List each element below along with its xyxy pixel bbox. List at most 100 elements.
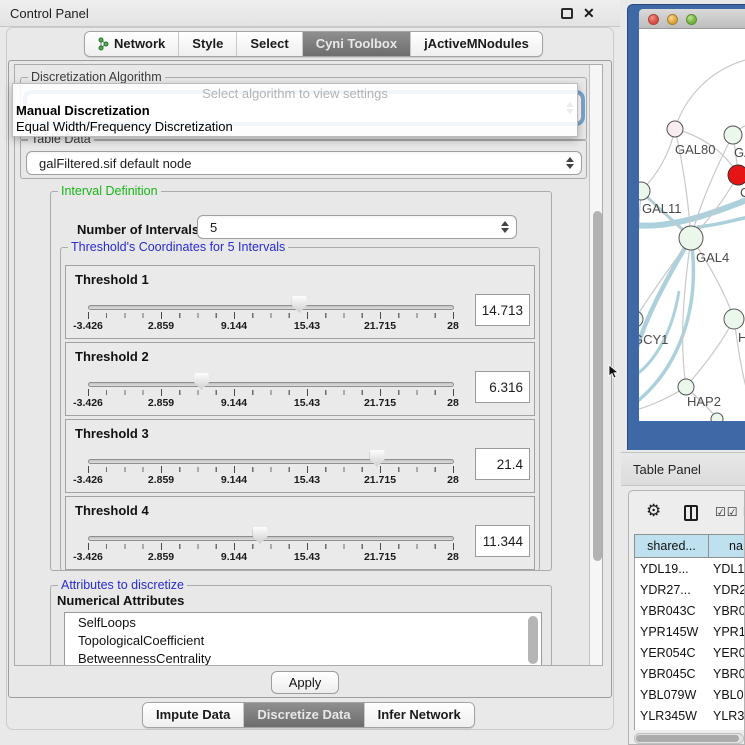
- tab-cyni-toolbox[interactable]: Cyni Toolbox: [302, 32, 410, 56]
- table-hscrollbar-thumb[interactable]: [636, 735, 739, 742]
- tick-major: [234, 543, 235, 550]
- cell-name: YBR0: [707, 667, 745, 681]
- cell-shared-name: YBR045C: [635, 667, 707, 681]
- tick-label: -3.426: [73, 320, 103, 332]
- node-bottom[interactable]: [711, 413, 723, 421]
- minimize-traffic-light-icon[interactable]: [667, 14, 678, 25]
- screen: Control Panel ✕ Network Style Select Cyn…: [0, 0, 745, 745]
- dropdown-item-equal-width-frequency[interactable]: Equal Width/Frequency Discretization: [16, 119, 233, 134]
- table-data-combobox[interactable]: galFiltered.sif default node: [26, 151, 582, 175]
- node-low-right[interactable]: [724, 309, 744, 329]
- node-selected-red[interactable]: [728, 165, 745, 185]
- tick-label: 9.144: [221, 474, 247, 486]
- threshold-row-1: Threshold 1 -3.4262.8599.14415.4321.7152…: [65, 265, 535, 339]
- table-row[interactable]: YER054CYER0: [635, 642, 745, 663]
- tab-network[interactable]: Network: [85, 32, 178, 56]
- close-icon[interactable]: ✕: [583, 5, 595, 22]
- attributes-list-scrollbar[interactable]: [528, 616, 538, 664]
- panel-vertical-scrollbar[interactable]: [589, 65, 603, 666]
- tick-major: [307, 543, 308, 550]
- table-row[interactable]: YDL19...YDL1: [635, 558, 745, 579]
- tick-label: 28: [447, 320, 459, 332]
- float-window-icon[interactable]: [561, 8, 573, 19]
- tick-major: [307, 389, 308, 396]
- dropdown-item-manual-discretization[interactable]: Manual Discretization: [16, 103, 150, 118]
- tab-select[interactable]: Select: [236, 32, 301, 56]
- node-hap2[interactable]: [678, 379, 694, 395]
- cell-name: YLR3: [707, 709, 745, 723]
- gear-icon[interactable]: ⚙: [646, 501, 661, 521]
- mouse-cursor: [608, 364, 620, 380]
- network-icon: [98, 37, 109, 51]
- number-of-intervals-value: 5: [210, 220, 217, 235]
- node-label-partial-mid: C: [740, 185, 745, 200]
- attribute-list-item[interactable]: SelfLoops: [65, 613, 541, 631]
- table-row[interactable]: YIL052CYIL0: [635, 726, 745, 730]
- select-columns-checkboxes-icon[interactable]: ☑☑ ☑: [715, 505, 745, 519]
- table-row[interactable]: YBL079WYBL0: [635, 684, 745, 705]
- tick-major: [380, 466, 381, 473]
- tick-major: [234, 312, 235, 319]
- tab-infer-network[interactable]: Infer Network: [364, 703, 474, 727]
- panel-scrollbar-thumb[interactable]: [593, 211, 602, 561]
- tick-label: 21.715: [364, 397, 396, 409]
- tab-jactivemnodules[interactable]: jActiveMNodules: [410, 32, 542, 56]
- cell-shared-name: YER054C: [635, 646, 707, 660]
- threshold-3-value[interactable]: 21.4: [475, 448, 530, 480]
- table-horizontal-scrollbar[interactable]: [634, 733, 744, 744]
- tick-major: [161, 312, 162, 319]
- tick-label: 15.43: [294, 320, 320, 332]
- tick-major: [88, 543, 89, 550]
- tick-major: [453, 543, 454, 550]
- cell-shared-name: YPR145W: [635, 625, 707, 639]
- table-rows: YDL19...YDL1YDR27...YDR2YBR043CYBR0YPR14…: [634, 558, 745, 730]
- node-gcy1[interactable]: [639, 311, 643, 327]
- node-label-gcy1: GCY1: [639, 332, 668, 347]
- tab-discretize-data[interactable]: Discretize Data: [243, 703, 363, 727]
- column-header-name[interactable]: na: [709, 534, 745, 558]
- close-traffic-light-icon[interactable]: [648, 14, 659, 25]
- group-title-thresholds: Threshold's Coordinates for 5 Intervals: [68, 240, 288, 254]
- node-gal80[interactable]: [667, 121, 683, 137]
- table-row[interactable]: YLR345WYLR3: [635, 705, 745, 726]
- table-row[interactable]: YDR27...YDR2: [635, 579, 745, 600]
- table-panel: ⚙ ☑☑ ☑ shared... na YDL19...YDL1YDR27...…: [628, 490, 745, 745]
- apply-button[interactable]: Apply: [271, 671, 339, 694]
- cell-name: YDR2: [707, 583, 745, 597]
- network-canvas[interactable]: GAL80 GA C GAL11 GAL4 GCY1 H HAP2: [639, 29, 745, 421]
- threshold-1-value[interactable]: 14.713: [475, 294, 530, 326]
- cell-name: YPR1: [707, 625, 745, 639]
- threshold-4-value[interactable]: 11.344: [475, 525, 530, 557]
- group-title-interval-definition: Interval Definition: [58, 184, 161, 198]
- combo-arrows-icon: [501, 221, 509, 233]
- tick-major: [234, 389, 235, 396]
- tick-major: [380, 543, 381, 550]
- columns-icon[interactable]: [684, 505, 698, 521]
- numerical-attributes-list[interactable]: SelfLoopsTopologicalCoefficientBetweenne…: [64, 612, 542, 666]
- tick-label: 21.715: [364, 474, 396, 486]
- table-row[interactable]: YPR145WYPR1: [635, 621, 745, 642]
- tab-impute-data[interactable]: Impute Data: [143, 703, 243, 727]
- table-row[interactable]: YBR045CYBR0: [635, 663, 745, 684]
- zoom-traffic-light-icon[interactable]: [686, 14, 697, 25]
- number-of-intervals-combobox[interactable]: 5: [197, 215, 517, 239]
- node-gal4[interactable]: [679, 226, 703, 250]
- table-row[interactable]: YBR043CYBR0: [635, 600, 745, 621]
- network-window-titlebar[interactable]: [639, 9, 745, 29]
- attribute-list-item[interactable]: BetweennessCentrality: [65, 649, 541, 666]
- tick-major: [234, 466, 235, 473]
- tick-label: -3.426: [73, 551, 103, 563]
- tick-label: 15.43: [294, 397, 320, 409]
- node-top-right[interactable]: [724, 126, 742, 144]
- attribute-list-item[interactable]: TopologicalCoefficient: [65, 631, 541, 649]
- node-label-gal80: GAL80: [675, 142, 715, 157]
- tick-label: 21.715: [364, 551, 396, 563]
- tick-label: 28: [447, 551, 459, 563]
- threshold-2-value[interactable]: 6.316: [475, 371, 530, 403]
- tick-label: 9.144: [221, 397, 247, 409]
- cell-name: YBL0: [707, 688, 745, 702]
- tick-major: [453, 389, 454, 396]
- cell-name: YBR0: [707, 604, 745, 618]
- column-header-shared-name[interactable]: shared...: [634, 534, 709, 558]
- tab-style[interactable]: Style: [178, 32, 236, 56]
